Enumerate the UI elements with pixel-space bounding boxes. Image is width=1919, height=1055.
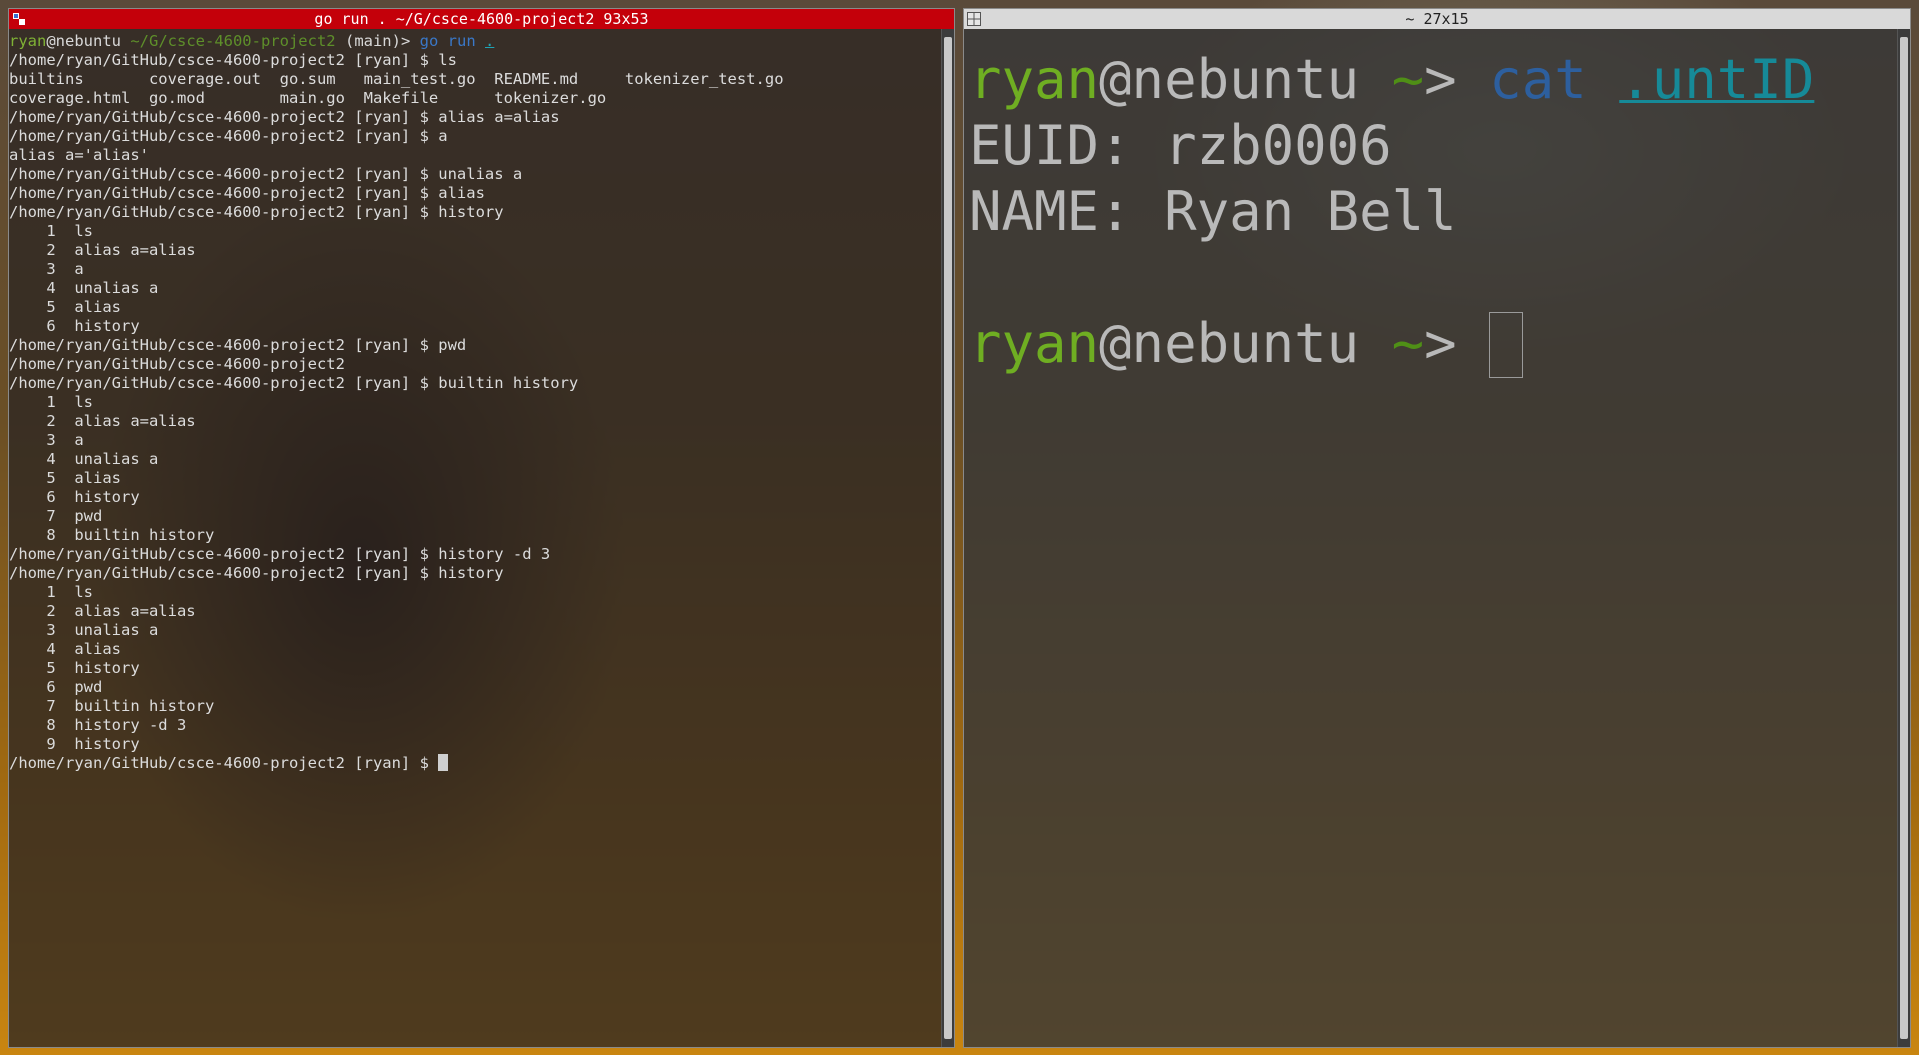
prompt-arrow: >: [1424, 48, 1457, 111]
terminal-line: 3 a: [9, 431, 84, 449]
terminal-line: /home/ryan/GitHub/csce-4600-project2 [ry…: [9, 545, 551, 563]
terminal-line: 7 pwd: [9, 507, 103, 525]
terminal-line: 1 ls: [9, 393, 93, 411]
terminal-menu-icon[interactable]: [12, 12, 26, 26]
prompt-host: @nebuntu: [46, 32, 121, 50]
terminal-line: /home/ryan/GitHub/csce-4600-project2 [ry…: [9, 51, 457, 69]
terminal-line: 3 unalias a: [9, 621, 159, 639]
terminal-left-titlebar[interactable]: go run . ~/G/csce-4600-project2 93x53: [9, 9, 954, 29]
terminal-line: coverage.html go.mod main.go Makefile to…: [9, 89, 607, 107]
prompt-user: ryan: [9, 32, 47, 50]
terminal-left-scroll-thumb[interactable]: [944, 37, 952, 1039]
prompt-tilde: ~: [1391, 312, 1425, 375]
terminal-line: /home/ryan/GitHub/csce-4600-project2 [ry…: [9, 108, 560, 126]
terminal-line: 2 alias a=alias: [9, 412, 196, 430]
prompt-user: ryan: [969, 312, 1100, 375]
terminal-line: 5 history: [9, 659, 140, 677]
terminal-line: 5 alias: [9, 298, 121, 316]
terminal-line: 4 unalias a: [9, 450, 159, 468]
terminal-line: 4 unalias a: [9, 279, 159, 297]
prompt-line: ryan@nebuntu ~> cat .untID: [969, 47, 1814, 113]
terminal-line: 5 alias: [9, 469, 121, 487]
terminal-window-left[interactable]: go run . ~/G/csce-4600-project2 93x53 ry…: [8, 8, 955, 1048]
terminal-line: 4 alias: [9, 640, 121, 658]
prompt-branch: (main)>: [344, 32, 411, 50]
command-arg: .: [485, 32, 495, 50]
terminal-left-output: ryan@nebuntu ~/G/csce-4600-project2 (mai…: [9, 32, 784, 773]
terminal-line: alias a='alias': [9, 146, 149, 164]
terminal-line: 7 builtin history: [9, 697, 215, 715]
terminal-left-content[interactable]: ryan@nebuntu ~/G/csce-4600-project2 (mai…: [9, 29, 942, 1047]
fish-prompt-line: ryan@nebuntu ~/G/csce-4600-project2 (mai…: [9, 32, 784, 51]
command-cat: cat: [1489, 48, 1587, 111]
terminal-right-titlebar[interactable]: ~ 27x15: [964, 9, 1910, 29]
terminal-line: 6 history: [9, 488, 140, 506]
blank-line: [969, 245, 1814, 311]
text-cursor: [438, 754, 449, 771]
terminal-right-output: ryan@nebuntu ~> cat .untID EUID: rzb0006…: [969, 47, 1814, 378]
command-go-run: go run: [419, 32, 476, 50]
terminal-right-scrollbar[interactable]: [1897, 29, 1910, 1047]
terminal-right-scroll-thumb[interactable]: [1900, 37, 1908, 1039]
prompt-host: @nebuntu: [1099, 48, 1360, 111]
terminal-current-prompt: /home/ryan/GitHub/csce-4600-project2 [ry…: [9, 754, 784, 773]
terminal-line: 1 ls: [9, 222, 93, 240]
terminal-line: 1 ls: [9, 583, 93, 601]
prompt-arrow: >: [1424, 312, 1457, 375]
terminal-line: 2 alias a=alias: [9, 241, 196, 259]
terminal-window-right[interactable]: ~ 27x15 ryan@nebuntu ~> cat .untID EUID:…: [963, 8, 1911, 1048]
prompt-host: @nebuntu: [1099, 312, 1360, 375]
terminal-line: 8 history -d 3: [9, 716, 187, 734]
terminal-line: 9 history: [9, 735, 140, 753]
terminal-line: /home/ryan/GitHub/csce-4600-project2: [9, 355, 345, 373]
terminal-line: /home/ryan/GitHub/csce-4600-project2 [ry…: [9, 127, 448, 145]
prompt-path: ~/G/csce-4600-project2: [130, 32, 336, 50]
terminal-line: /home/ryan/GitHub/csce-4600-project2 [ry…: [9, 374, 579, 392]
prompt-tilde: ~: [1391, 48, 1425, 111]
terminal-line: 6 pwd: [9, 678, 103, 696]
output-name: NAME: Ryan Bell: [969, 180, 1457, 243]
terminal-line: 2 alias a=alias: [9, 602, 196, 620]
terminal-right-title: ~ 27x15: [1405, 10, 1469, 28]
terminal-line: 8 builtin history: [9, 526, 215, 544]
prompt-text: /home/ryan/GitHub/csce-4600-project2 [ry…: [9, 754, 439, 772]
terminal-left-scrollbar[interactable]: [941, 29, 954, 1047]
terminal-menu-icon[interactable]: [967, 12, 981, 26]
terminal-line: /home/ryan/GitHub/csce-4600-project2 [ry…: [9, 203, 504, 221]
prompt-line-current: ryan@nebuntu ~>: [969, 311, 1814, 378]
terminal-line: /home/ryan/GitHub/csce-4600-project2 [ry…: [9, 336, 467, 354]
terminal-line: 3 a: [9, 260, 84, 278]
prompt-user: ryan: [969, 48, 1100, 111]
terminal-right-content[interactable]: ryan@nebuntu ~> cat .untID EUID: rzb0006…: [964, 29, 1898, 1047]
text-cursor: [1489, 312, 1524, 378]
terminal-line: 6 history: [9, 317, 140, 335]
command-file-arg: .untID: [1619, 48, 1815, 111]
terminal-line: builtins coverage.out go.sum main_test.g…: [9, 70, 784, 88]
terminal-line: /home/ryan/GitHub/csce-4600-project2 [ry…: [9, 564, 504, 582]
terminal-line: /home/ryan/GitHub/csce-4600-project2 [ry…: [9, 165, 523, 183]
terminal-line: /home/ryan/GitHub/csce-4600-project2 [ry…: [9, 184, 485, 202]
terminal-left-title: go run . ~/G/csce-4600-project2 93x53: [314, 10, 649, 28]
output-euid: EUID: rzb0006: [969, 114, 1392, 177]
